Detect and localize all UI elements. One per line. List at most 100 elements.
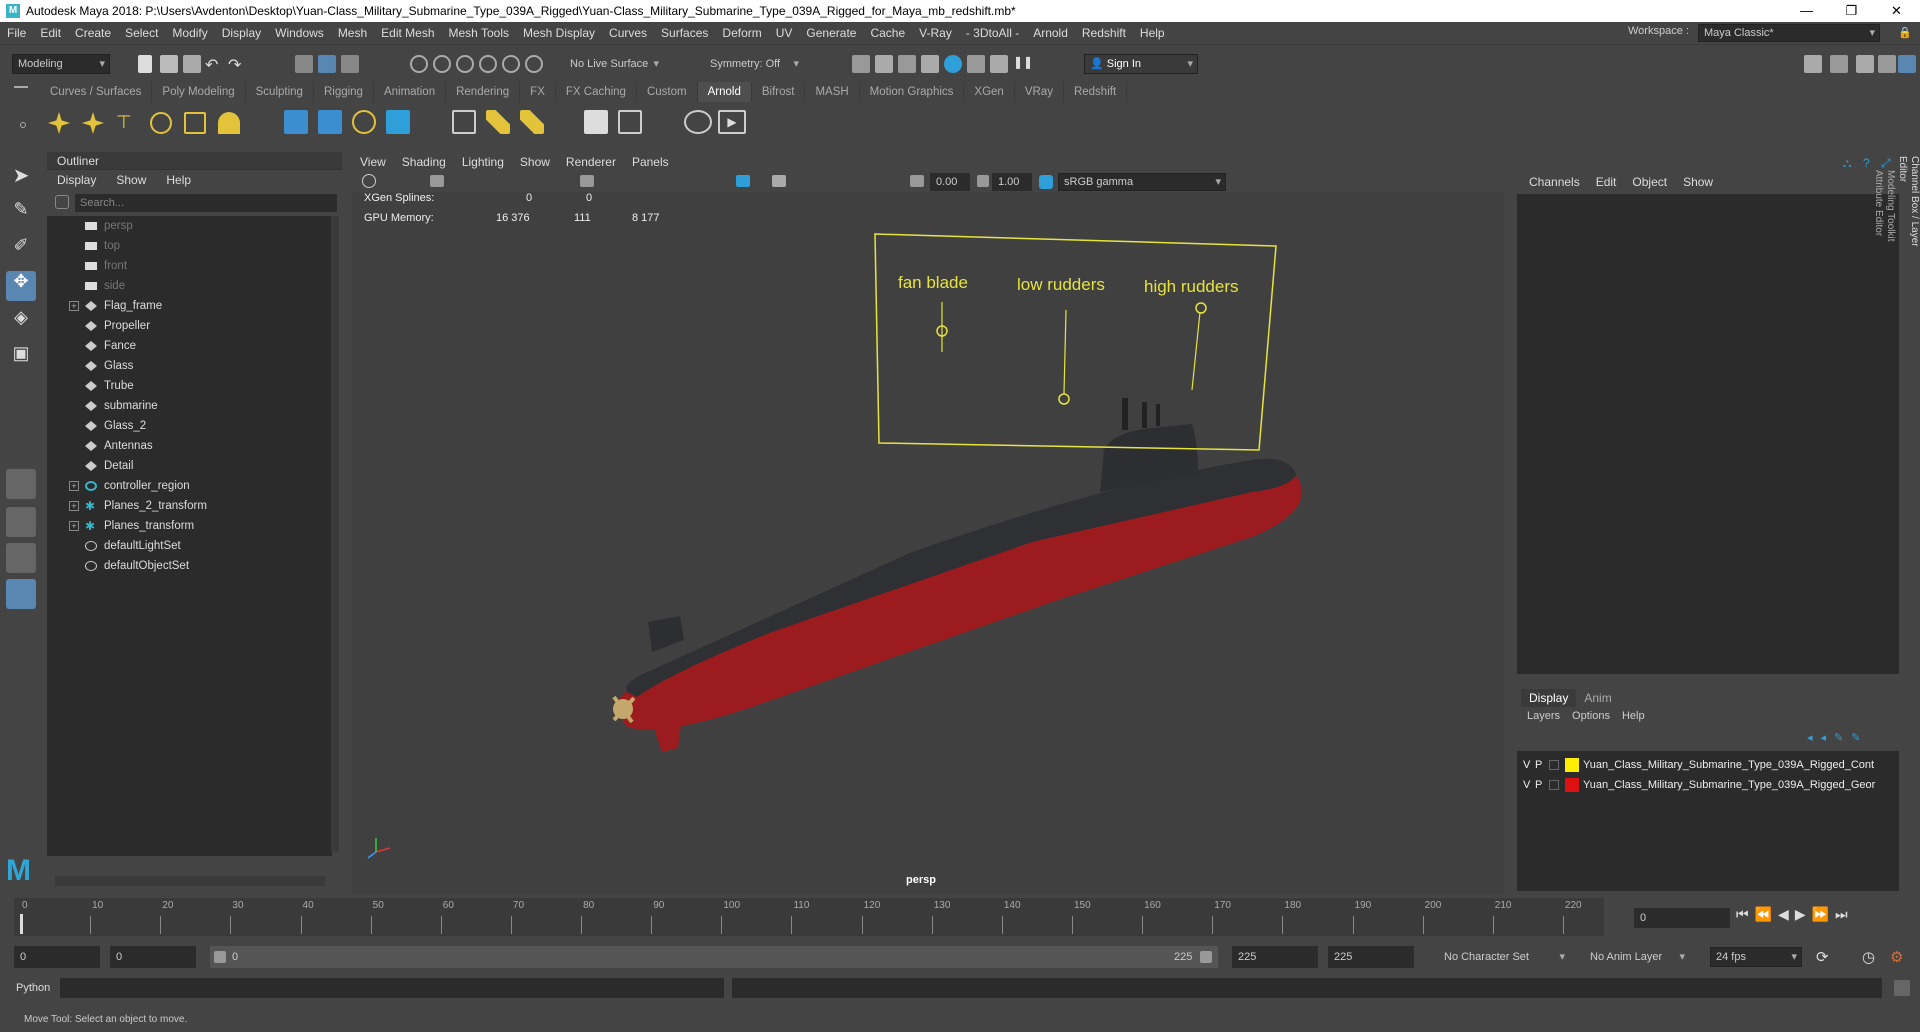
physical-sky-icon[interactable]	[218, 112, 240, 134]
outliner-item[interactable]: Antennas	[47, 436, 332, 456]
menu-surfaces[interactable]: Surfaces	[654, 26, 715, 40]
area-light-icon[interactable]	[48, 112, 70, 134]
snap-surface-icon[interactable]	[502, 55, 520, 73]
menu-modify[interactable]: Modify	[165, 26, 214, 40]
filter-icon[interactable]	[55, 195, 69, 209]
end-time-field[interactable]: 225	[1328, 946, 1414, 968]
smooth-shade-icon[interactable]	[736, 175, 750, 187]
scale-tool-icon[interactable]: ▣	[6, 343, 36, 373]
menu-edit[interactable]: Edit	[33, 26, 68, 40]
shelf-tab-rigging[interactable]: Rigging	[314, 82, 374, 102]
render-view-icon[interactable]	[967, 55, 985, 73]
menu-help[interactable]: Help	[1133, 26, 1172, 40]
standin-icon[interactable]	[284, 110, 308, 134]
auto-key-icon[interactable]: ◷	[1862, 948, 1880, 966]
select-hierarchy-icon[interactable]	[295, 55, 313, 73]
menu-edit-mesh[interactable]: Edit Mesh	[374, 26, 441, 40]
view-transform-dropdown[interactable]: sRGB gamma	[1058, 173, 1226, 191]
close-button[interactable]: ✕	[1874, 0, 1919, 22]
outliner-item[interactable]: side	[47, 276, 332, 296]
tx-manager-icon[interactable]	[584, 110, 608, 134]
outliner-search-input[interactable]: Search...	[75, 194, 337, 212]
paint-select-icon[interactable]: ✐	[6, 235, 36, 265]
mesh-light-icon[interactable]	[82, 112, 104, 134]
photometric-light-icon[interactable]: ⊤	[116, 112, 138, 134]
low-rudders-control[interactable]	[1058, 393, 1070, 405]
select-camera-icon[interactable]	[362, 174, 376, 188]
maximize-button[interactable]: ❐	[1829, 0, 1874, 22]
anim-start-field[interactable]: 0	[110, 946, 196, 968]
range-slider[interactable]: 0 225	[210, 946, 1218, 968]
lasso-tool-icon[interactable]: ✎	[6, 199, 36, 229]
outliner-item[interactable]: persp	[47, 216, 332, 236]
layer-playback-toggle[interactable]: P	[1535, 775, 1542, 795]
menu-3dtoall[interactable]: - 3DtoAll -	[959, 26, 1026, 40]
character-set-dropdown[interactable]: No Character Set	[1438, 947, 1570, 967]
color-management-icon[interactable]	[1039, 175, 1053, 189]
step-back-frame-icon[interactable]: ◀	[1778, 906, 1795, 922]
menu-curves[interactable]: Curves	[602, 26, 654, 40]
shelf-tab-xgen[interactable]: XGen	[964, 82, 1015, 102]
shelf-tab-arnold[interactable]: Arnold	[697, 82, 752, 102]
redo-icon[interactable]: ↷	[228, 55, 246, 74]
menu-generate[interactable]: Generate	[799, 26, 863, 40]
menu-set-dropdown[interactable]: Modeling	[12, 54, 110, 74]
single-perspective-layout-icon[interactable]	[6, 469, 36, 499]
outliner-item[interactable]: top	[47, 236, 332, 256]
select-object-icon[interactable]	[318, 55, 336, 73]
shelf-tab-vray[interactable]: VRay	[1015, 82, 1064, 102]
shelf-menu-icon[interactable]	[14, 86, 28, 88]
wireframe-on-shaded-icon[interactable]	[772, 175, 786, 187]
menu-mesh-tools[interactable]: Mesh Tools	[442, 26, 516, 40]
current-frame-field[interactable]: 0	[1634, 908, 1730, 928]
light-portal-icon[interactable]	[184, 112, 206, 134]
go-to-end-icon[interactable]: ⏭	[1835, 906, 1854, 922]
outliner-item[interactable]: Glass_2	[47, 416, 332, 436]
volume-icon[interactable]	[352, 110, 376, 134]
symmetry-dropdown[interactable]: Symmetry: Off	[704, 54, 804, 74]
shelf-tab-fx-caching[interactable]: FX Caching	[556, 82, 637, 102]
scene-view[interactable]: fan blade low rudders high rudders	[352, 192, 1504, 872]
human-ik-icon[interactable]	[1830, 55, 1848, 73]
menu-redshift[interactable]: Redshift	[1075, 26, 1133, 40]
layer-visibility-toggle[interactable]: V	[1523, 775, 1530, 795]
layer-visibility-toggle[interactable]: V	[1523, 755, 1530, 775]
menu-cache[interactable]: Cache	[863, 26, 912, 40]
fps-dropdown[interactable]: 24 fps	[1710, 947, 1802, 967]
start-time-field[interactable]: 0	[14, 946, 100, 968]
outliner-layout-icon[interactable]	[6, 579, 36, 609]
menu-file[interactable]: File	[0, 26, 33, 40]
tool-settings-icon[interactable]	[1878, 55, 1896, 73]
camera-attributes-icon[interactable]	[430, 175, 444, 187]
shelf-tab-poly-modeling[interactable]: Poly Modeling	[152, 82, 246, 102]
layer-color-swatch[interactable]	[1565, 778, 1579, 792]
channel-box-menu-object[interactable]: Object	[1624, 172, 1675, 192]
expand-icon[interactable]: +	[69, 301, 79, 311]
menu-create[interactable]: Create	[68, 26, 118, 40]
channel-box-help-icon[interactable]: ?	[1863, 156, 1870, 170]
arnold-render-icon[interactable]: ▶	[718, 110, 746, 134]
outliner-menu-help[interactable]: Help	[156, 173, 201, 187]
viewport-menu-show[interactable]: Show	[512, 152, 558, 172]
outliner-vertical-scrollbar[interactable]	[331, 216, 339, 852]
side-tab-channel-box-layer-editor[interactable]: Channel Box / Layer Editor	[1896, 156, 1920, 266]
current-time-indicator[interactable]	[20, 914, 23, 934]
layer-row[interactable]: V P Yuan_Class_Military_Submarine_Type_039…	[1521, 775, 1899, 795]
menu-uv[interactable]: UV	[769, 26, 800, 40]
flush-textures-icon[interactable]	[486, 110, 510, 134]
shelf-tab-rendering[interactable]: Rendering	[446, 82, 521, 102]
four-view-layout-icon[interactable]	[6, 507, 36, 537]
layer-action-icons[interactable]: ◂◂✎✎	[1807, 731, 1897, 747]
menu-windows[interactable]: Windows	[268, 26, 331, 40]
high-rudders-control[interactable]	[1195, 302, 1207, 314]
undo-icon[interactable]: ↶	[205, 55, 223, 74]
outliner-item[interactable]: + Flag_frame	[47, 296, 332, 316]
grid-toggle-icon[interactable]	[580, 175, 594, 187]
render-region-icon[interactable]	[852, 55, 870, 73]
layer-menu-help[interactable]: Help	[1616, 707, 1651, 725]
render-settings-icon[interactable]	[921, 55, 939, 73]
workspace-dropdown[interactable]: Maya Classic*	[1698, 24, 1880, 42]
range-end-handle[interactable]	[1200, 951, 1212, 963]
side-tab-modeling-toolkit[interactable]: Modeling Toolkit	[1884, 170, 1896, 266]
snap-curve-icon[interactable]	[433, 55, 451, 73]
